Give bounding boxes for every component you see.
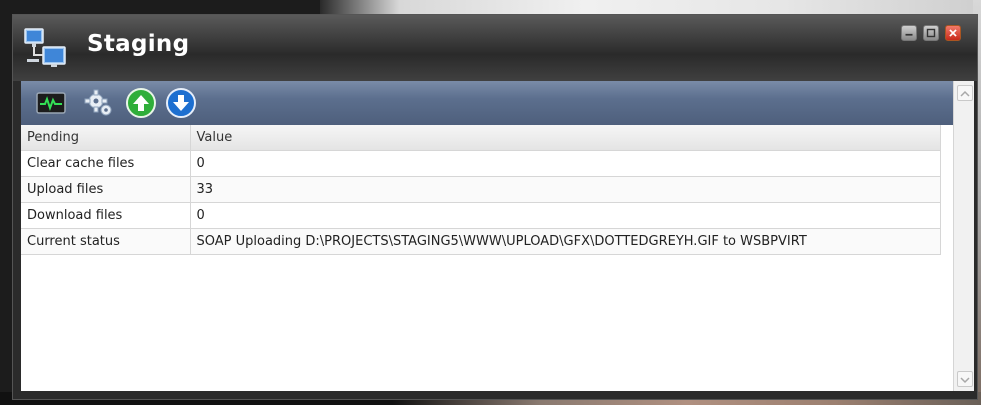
toolbar: [21, 81, 953, 125]
row-value: 0: [190, 150, 941, 177]
vertical-scrollbar[interactable]: [953, 81, 974, 391]
row-label: Current status: [21, 228, 191, 255]
table-row[interactable]: Current status SOAP Uploading D:\PROJECT…: [21, 228, 941, 255]
column-header-value[interactable]: Value: [190, 125, 941, 151]
table-header-row: Pending Value: [21, 125, 941, 151]
upload-arrow-icon: [126, 88, 156, 118]
close-button[interactable]: [945, 25, 961, 41]
gear-icon: [84, 89, 112, 116]
staging-window: Staging Pending Value Clear cache files …: [12, 14, 978, 400]
maximize-icon: [926, 28, 936, 38]
pending-list-panel: Pending Value Clear cache files 0 Upload…: [21, 125, 953, 391]
row-value: SOAP Uploading D:\PROJECTS\STAGING5\WWW\…: [190, 228, 941, 255]
table-row[interactable]: Clear cache files 0: [21, 150, 941, 177]
minimize-button[interactable]: [901, 25, 917, 41]
chevron-up-icon: [960, 90, 970, 97]
chevron-down-icon: [960, 377, 970, 384]
monitor-icon: [36, 92, 66, 114]
table-row[interactable]: Upload files 33: [21, 176, 941, 203]
title-bar[interactable]: Staging: [13, 15, 977, 81]
upload-button[interactable]: [125, 87, 157, 119]
download-arrow-icon: [166, 88, 196, 118]
row-label: Upload files: [21, 176, 191, 203]
settings-button[interactable]: [83, 87, 115, 119]
scroll-down-button[interactable]: [957, 371, 973, 387]
row-value: 0: [190, 202, 941, 229]
maximize-button[interactable]: [923, 25, 939, 41]
monitor-button[interactable]: [35, 87, 67, 119]
row-label: Clear cache files: [21, 150, 191, 177]
row-label: Download files: [21, 202, 191, 229]
download-button[interactable]: [165, 87, 197, 119]
row-value: 33: [190, 176, 941, 203]
scroll-up-button[interactable]: [957, 85, 973, 101]
minimize-icon: [905, 33, 913, 36]
close-icon: [949, 29, 957, 37]
pending-table: Pending Value Clear cache files 0 Upload…: [21, 125, 941, 255]
network-computers-icon: [24, 28, 66, 67]
column-header-pending[interactable]: Pending: [21, 125, 191, 151]
window-title: Staging: [87, 31, 190, 57]
table-row[interactable]: Download files 0: [21, 202, 941, 229]
